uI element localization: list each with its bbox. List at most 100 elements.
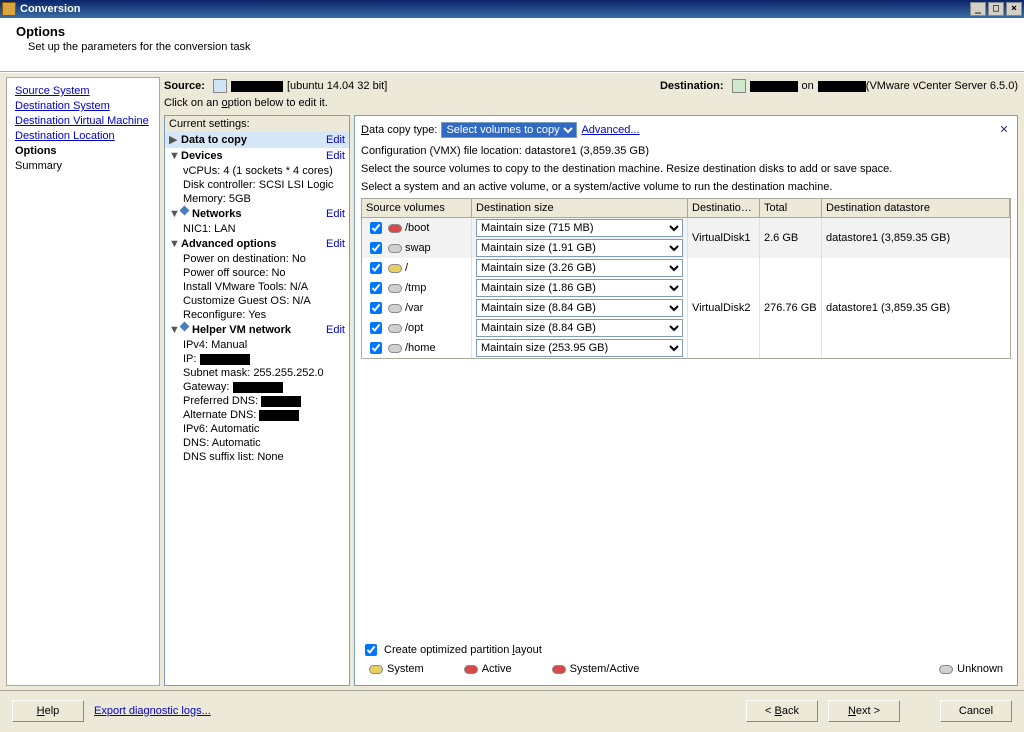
- expand-icon: ▶: [169, 133, 181, 147]
- col-total[interactable]: Total: [760, 199, 822, 218]
- disk-icon: [388, 264, 402, 273]
- disk-icon: [388, 304, 402, 313]
- help-button[interactable]: Help: [12, 700, 84, 722]
- page-title: Options: [16, 24, 1008, 39]
- col-destination-datastore[interactable]: Destination datastore: [822, 199, 1010, 218]
- close-button[interactable]: ×: [1006, 2, 1022, 16]
- volume-checkbox[interactable]: [370, 282, 382, 294]
- tree-devices[interactable]: ▼ Devices Edit: [165, 148, 349, 164]
- window-title: Conversion: [20, 3, 81, 15]
- edit-helper[interactable]: Edit: [326, 323, 345, 337]
- active-icon: [464, 665, 478, 674]
- edit-advanced[interactable]: Edit: [326, 237, 345, 251]
- cancel-button[interactable]: Cancel: [940, 700, 1012, 722]
- table-row: /boot Maintain size (715 MB): [362, 218, 688, 238]
- disk-icon: [388, 284, 402, 293]
- copy-type-select[interactable]: Select volumes to copy: [441, 122, 577, 138]
- source-name-redacted: [231, 81, 283, 92]
- helper-ipv4: IPv4: Manual: [165, 338, 349, 352]
- destination-size-select[interactable]: Maintain size (8.84 GB): [476, 299, 683, 317]
- wizard-footer: Help Export diagnostic logs... < Back Ne…: [0, 690, 1024, 730]
- detail-panel: Data copy type: Select volumes to copy A…: [354, 115, 1018, 686]
- col-destination-layout[interactable]: Destinatio…: [688, 199, 760, 218]
- destination-size-select[interactable]: Maintain size (8.84 GB): [476, 319, 683, 337]
- dest-name-redacted: [750, 81, 798, 92]
- edit-networks[interactable]: Edit: [326, 207, 345, 221]
- source-os: [ubuntu 14.04 32 bit]: [287, 80, 387, 92]
- helper-pdns: Preferred DNS:: [165, 394, 349, 408]
- source-label: Source:: [164, 80, 205, 92]
- table-row: swapMaintain size (1.91 GB): [362, 238, 688, 258]
- tree-data-to-copy[interactable]: ▶ Data to copy Edit: [165, 132, 349, 148]
- destination-size-select[interactable]: Maintain size (253.95 GB): [476, 339, 683, 357]
- destination-label: Destination:: [660, 80, 724, 92]
- destination-layout: VirtualDisk1: [688, 218, 760, 258]
- edit-devices[interactable]: Edit: [326, 149, 345, 163]
- adv-vmtools: Install VMware Tools: N/A: [165, 280, 349, 294]
- optimize-layout-checkbox[interactable]: [365, 644, 377, 656]
- dest-host-redacted: [818, 81, 866, 92]
- source-dest-bar: Source: [ubuntu 14.04 32 bit] Destinatio…: [164, 77, 1018, 95]
- panel-close-icon[interactable]: ✕: [997, 123, 1011, 137]
- source-icon: [213, 79, 227, 93]
- back-button[interactable]: < Back: [746, 700, 818, 722]
- wizard-steps: Source System Destination System Destina…: [6, 77, 160, 686]
- table-row: /var Maintain size (8.84 GB): [362, 298, 688, 318]
- adv-poweroff: Power off source: No: [165, 266, 349, 280]
- edit-data-to-copy[interactable]: Edit: [326, 133, 345, 147]
- copy-type-label: Data copy type:: [361, 124, 437, 136]
- col-destination-size[interactable]: Destination size: [472, 199, 688, 218]
- volume-name: /boot: [405, 222, 429, 234]
- volume-checkbox[interactable]: [370, 322, 382, 334]
- advanced-link[interactable]: Advanced...: [581, 124, 639, 136]
- nav-options: Options: [15, 144, 151, 159]
- devices-vcpus: vCPUs: 4 (1 sockets * 4 cores): [165, 164, 349, 178]
- volume-checkbox[interactable]: [370, 302, 382, 314]
- disk-icon: [388, 324, 402, 333]
- destination-size-select[interactable]: Maintain size (1.91 GB): [476, 239, 683, 257]
- settings-title: Current settings:: [165, 116, 349, 132]
- nav-destination-vm[interactable]: Destination Virtual Machine: [15, 114, 151, 129]
- helper-ip: IP:: [165, 352, 349, 366]
- nav-destination-location[interactable]: Destination Location: [15, 129, 151, 144]
- volume-name: /home: [405, 342, 436, 354]
- desc-line1: Select the source volumes to copy to the…: [361, 162, 1011, 176]
- destination-size-select[interactable]: Maintain size (1.86 GB): [476, 279, 683, 297]
- collapse-icon: ▼: [169, 149, 181, 163]
- optimize-layout-label: Create optimized partition layout: [384, 644, 542, 656]
- nav-destination-system[interactable]: Destination System: [15, 99, 151, 114]
- volume-name: /opt: [405, 322, 423, 334]
- adv-poweron: Power on destination: No: [165, 252, 349, 266]
- nav-source-system[interactable]: Source System: [15, 84, 151, 99]
- volume-name: /tmp: [405, 282, 426, 294]
- diamond-icon: [180, 206, 190, 216]
- nav-summary: Summary: [15, 159, 151, 174]
- adv-reconfigure: Reconfigure: Yes: [165, 308, 349, 322]
- volume-checkbox[interactable]: [370, 262, 382, 274]
- export-logs-link[interactable]: Export diagnostic logs...: [94, 705, 211, 717]
- system-icon: [369, 665, 383, 674]
- disk-icon: [388, 224, 402, 233]
- destination-size-select[interactable]: Maintain size (715 MB): [476, 219, 683, 237]
- col-source-volumes[interactable]: Source volumes: [362, 199, 472, 218]
- desc-line2: Select a system and an active volume, or…: [361, 180, 1011, 194]
- destination-size-select[interactable]: Maintain size (3.26 GB): [476, 259, 683, 277]
- tree-advanced[interactable]: ▼ Advanced options Edit: [165, 236, 349, 252]
- volumes-table: Source volumes Destination size Destinat…: [361, 198, 1011, 359]
- volume-checkbox[interactable]: [370, 242, 382, 254]
- tree-networks[interactable]: ▼ Networks Edit: [165, 206, 349, 222]
- volume-name: /var: [405, 302, 423, 314]
- volume-checkbox[interactable]: [370, 222, 382, 234]
- collapse-icon: ▼: [169, 237, 181, 251]
- tree-helper-vm[interactable]: ▼ Helper VM network Edit: [165, 322, 349, 338]
- app-icon: [2, 2, 16, 16]
- volume-checkbox[interactable]: [370, 342, 382, 354]
- diamond-icon: [180, 322, 190, 332]
- dest-on: on: [802, 80, 814, 92]
- minimize-button[interactable]: _: [970, 2, 986, 16]
- disk-icon: [388, 344, 402, 353]
- maximize-button[interactable]: □: [988, 2, 1004, 16]
- titlebar: Conversion _ □ ×: [0, 0, 1024, 18]
- settings-tree: Current settings: ▶ Data to copy Edit ▼ …: [164, 115, 350, 686]
- next-button[interactable]: Next >: [828, 700, 900, 722]
